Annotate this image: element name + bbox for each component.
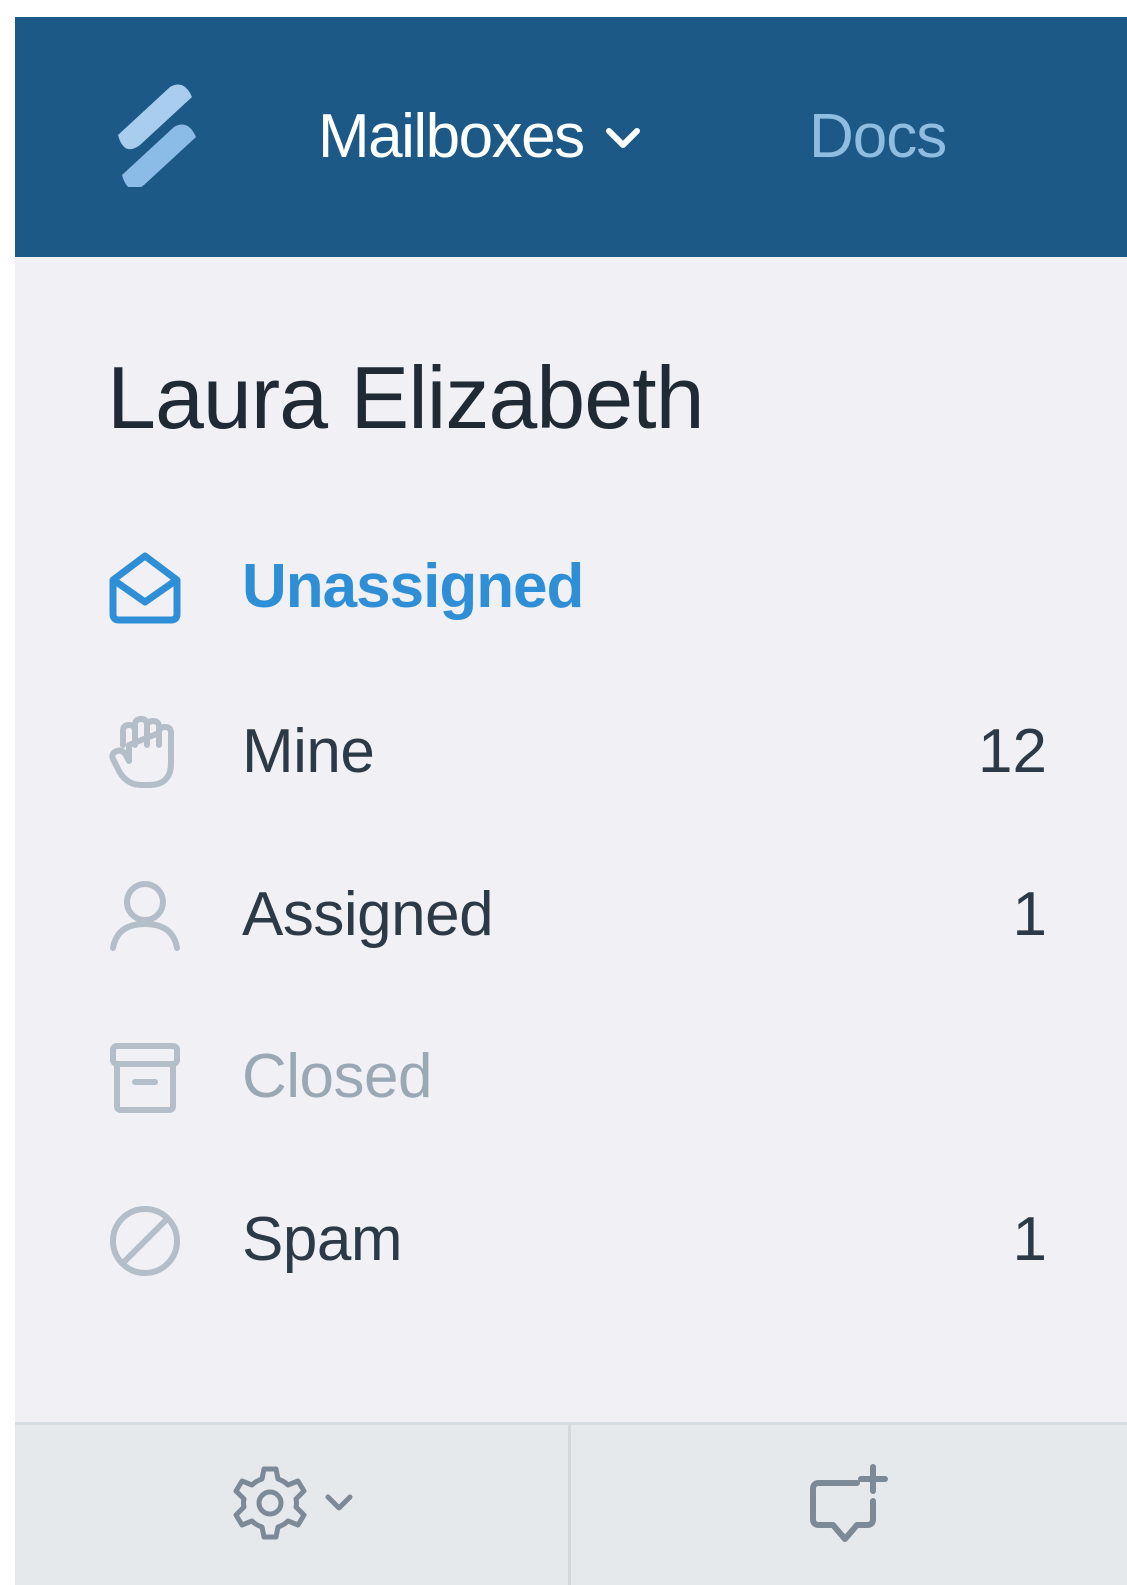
archive-box-icon — [107, 1040, 183, 1116]
top-navigation-bar: Mailboxes Docs — [15, 17, 1127, 257]
chat-plus-icon — [805, 1464, 895, 1555]
folder-item-spam[interactable]: Spam 1 — [107, 1190, 1047, 1290]
folder-item-closed[interactable]: Closed — [107, 1027, 1047, 1127]
hand-icon — [107, 715, 183, 791]
footer-divider — [568, 1425, 571, 1585]
folder-label: Assigned — [242, 880, 494, 949]
mailboxes-menu-button[interactable]: Mailboxes — [318, 101, 642, 171]
folder-count: 1 — [1012, 1205, 1047, 1274]
folder-item-assigned[interactable]: Assigned 1 — [107, 865, 1047, 965]
mailbox-title: Laura Elizabeth — [107, 348, 705, 447]
gear-icon — [230, 1463, 310, 1548]
sidebar-footer — [15, 1422, 1127, 1585]
folder-count: 12 — [978, 717, 1047, 786]
user-icon — [107, 878, 183, 954]
folder-label: Spam — [242, 1205, 402, 1274]
folder-item-mine[interactable]: Mine 12 — [107, 702, 1047, 802]
docs-link[interactable]: Docs — [809, 101, 947, 171]
mailboxes-label: Mailboxes — [318, 101, 585, 171]
chevron-down-icon — [604, 126, 642, 152]
helpscout-logo-icon[interactable] — [108, 83, 204, 190]
new-conversation-button[interactable] — [805, 1461, 895, 1551]
envelope-open-icon — [107, 550, 183, 626]
folder-item-unassigned[interactable]: Unassigned — [107, 537, 1047, 637]
folder-count: 1 — [1012, 880, 1047, 949]
mailbox-sidebar: Mailboxes Docs Laura Elizabeth Unassigne… — [15, 17, 1127, 1585]
folder-label: Unassigned — [242, 552, 584, 621]
chevron-down-icon — [324, 1492, 354, 1519]
folder-label: Mine — [242, 717, 375, 786]
block-icon — [107, 1203, 183, 1279]
folder-label: Closed — [242, 1042, 433, 1111]
settings-menu-button[interactable] — [230, 1465, 370, 1545]
